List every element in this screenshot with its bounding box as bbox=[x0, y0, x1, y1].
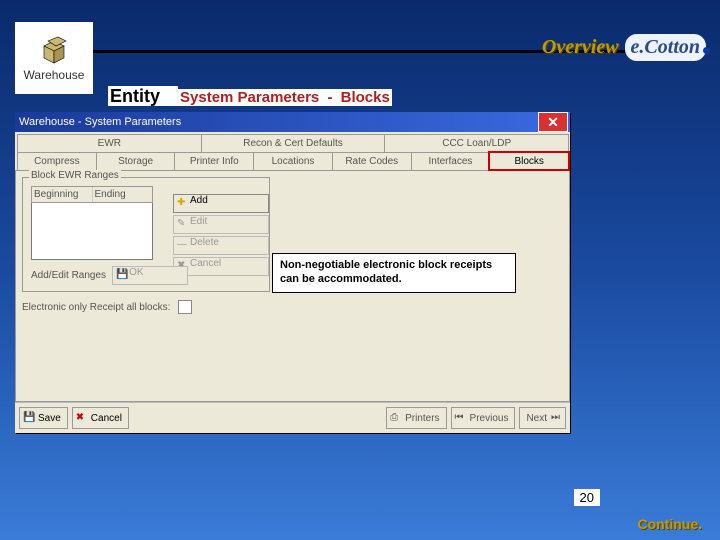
header-bar: Overview e.Cotton bbox=[93, 22, 708, 78]
bottom-toolbar: 💾 Save ✖ Cancel ⎙ Printers ⏮ Previous Ne… bbox=[15, 402, 570, 433]
ranges-listbox[interactable] bbox=[31, 203, 153, 260]
close-icon: ✕ bbox=[547, 114, 559, 131]
electronic-only-label: Electronic only Receipt all blocks: bbox=[22, 302, 170, 313]
tab-interfaces[interactable]: Interfaces bbox=[411, 152, 491, 170]
continue-link[interactable]: Continue. bbox=[637, 516, 702, 532]
tab-storage[interactable]: Storage bbox=[96, 152, 176, 170]
tab-locations[interactable]: Locations bbox=[253, 152, 333, 170]
col-beginning: Beginning bbox=[32, 187, 93, 202]
addedit-ranges-label: Add/Edit Ranges bbox=[31, 270, 106, 281]
page-number: 20 bbox=[574, 489, 600, 506]
tab-printer-info[interactable]: Printer Info bbox=[174, 152, 254, 170]
tab-compress[interactable]: Compress bbox=[17, 152, 97, 170]
breadcrumb-entity: Entity bbox=[108, 86, 162, 106]
ok-button[interactable]: 💾 OK bbox=[112, 266, 188, 285]
tab-blocks[interactable]: Blocks bbox=[489, 152, 569, 170]
next-button[interactable]: Next ⏭ bbox=[519, 407, 566, 429]
app-label: Warehouse bbox=[24, 68, 85, 82]
breadcrumb-system-parameters: System Parameters bbox=[178, 89, 321, 106]
electronic-only-row: Electronic only Receipt all blocks: bbox=[22, 300, 563, 314]
titlebar[interactable]: Warehouse - System Parameters ✕ bbox=[15, 112, 570, 132]
electronic-only-checkbox[interactable] bbox=[178, 300, 192, 314]
tab-panel-blocks: Block EWR Ranges Beginning Ending ✚ Add … bbox=[15, 170, 570, 402]
breadcrumb: Entity - System Parameters - Blocks bbox=[108, 86, 392, 107]
group-label: Block EWR Ranges bbox=[29, 170, 121, 181]
line-end-dot bbox=[703, 47, 710, 54]
pencil-icon: ✎ bbox=[177, 218, 188, 229]
save-button[interactable]: 💾 Save bbox=[19, 407, 68, 429]
minus-icon: — bbox=[177, 239, 188, 250]
close-button[interactable]: ✕ bbox=[538, 112, 568, 132]
app-icon: Warehouse bbox=[15, 22, 93, 94]
tab-recon-cert-defaults[interactable]: Recon & Cert Defaults bbox=[201, 134, 386, 152]
printers-button[interactable]: ⎙ Printers bbox=[386, 407, 446, 429]
edit-button[interactable]: ✎ Edit bbox=[173, 215, 269, 234]
tabs: EWR Recon & Cert Defaults CCC Loan/LDP C… bbox=[15, 132, 570, 170]
callout-note: Non-negotiable electronic block receipts… bbox=[272, 253, 516, 293]
window-title: Warehouse - System Parameters bbox=[19, 116, 181, 128]
cancel-icon: ✖ bbox=[76, 412, 87, 423]
next-icon: ⏭ bbox=[551, 412, 562, 423]
cancel-button[interactable]: ✖ Cancel bbox=[72, 407, 129, 429]
brand-logo: e.Cotton bbox=[625, 34, 706, 61]
system-parameters-window: Warehouse - System Parameters ✕ EWR Reco… bbox=[15, 112, 570, 433]
block-ewr-ranges-group: Block EWR Ranges Beginning Ending ✚ Add … bbox=[22, 177, 270, 292]
save-icon: 💾 bbox=[23, 412, 34, 423]
prev-icon: ⏮ bbox=[455, 412, 466, 423]
plus-icon: ✚ bbox=[177, 197, 188, 208]
tab-ewr[interactable]: EWR bbox=[17, 134, 202, 152]
add-button[interactable]: ✚ Add bbox=[173, 194, 269, 213]
overview-label: Overview bbox=[542, 36, 619, 59]
previous-button[interactable]: ⏮ Previous bbox=[451, 407, 516, 429]
delete-button[interactable]: — Delete bbox=[173, 236, 269, 255]
disk-icon: 💾 bbox=[116, 269, 127, 280]
breadcrumb-blocks: Blocks bbox=[339, 89, 392, 106]
col-ending: Ending bbox=[93, 187, 153, 202]
tab-rate-codes[interactable]: Rate Codes bbox=[332, 152, 412, 170]
tab-ccc-loan-ldp[interactable]: CCC Loan/LDP bbox=[384, 134, 569, 152]
range-columns-header: Beginning Ending bbox=[31, 186, 153, 203]
printer-icon: ⎙ bbox=[390, 412, 401, 423]
